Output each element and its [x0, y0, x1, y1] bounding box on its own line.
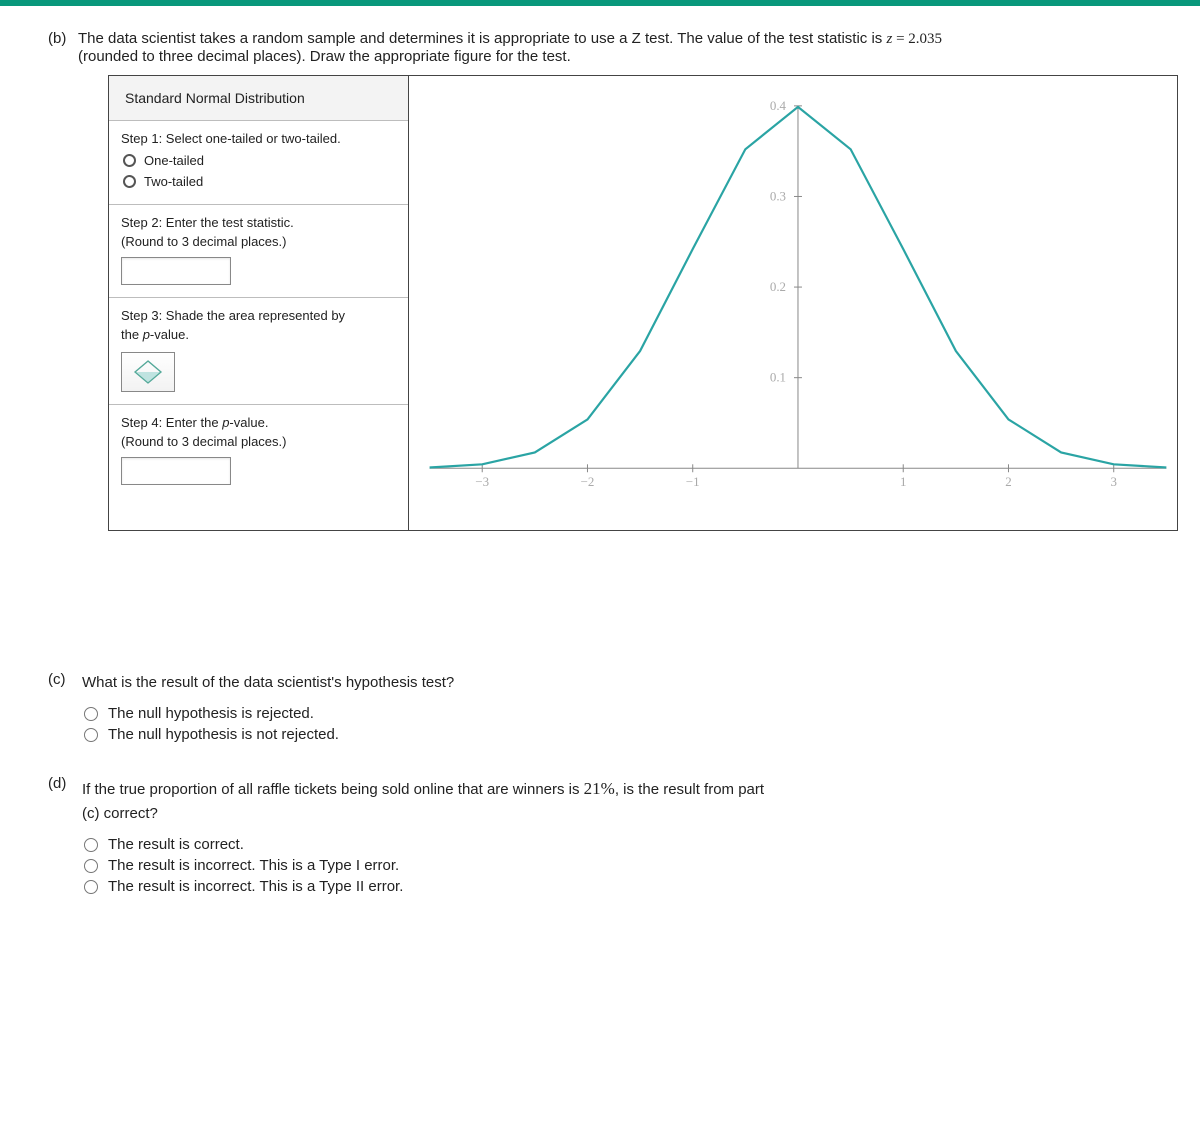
radio-one-tailed[interactable]: One-tailed	[121, 150, 396, 171]
part-b-label: (b)	[48, 30, 78, 65]
part-c-answers: The null hypothesis is rejected. The nul…	[84, 703, 1152, 745]
part-c-block: (c) What is the result of the data scien…	[48, 671, 1152, 745]
step3-sub-post: -value.	[150, 327, 189, 342]
svg-text:−2: −2	[581, 474, 595, 489]
step1-title: Step 1: Select one-tailed or two-tailed.	[121, 131, 396, 146]
test-statistic-input[interactable]	[121, 257, 231, 285]
side-panel: Standard Normal Distribution Step 1: Sel…	[109, 76, 409, 530]
svg-text:1: 1	[900, 474, 906, 489]
step1-block: Step 1: Select one-tailed or two-tailed.…	[109, 121, 408, 205]
shade-button[interactable]	[121, 352, 175, 392]
shade-diamond-icon	[131, 359, 165, 385]
c-opt2-label: The null hypothesis is not rejected.	[108, 726, 339, 743]
svg-text:−3: −3	[475, 474, 489, 489]
svg-text:0.1: 0.1	[770, 370, 786, 385]
d-opt1-label: The result is correct.	[108, 836, 244, 853]
svg-text:0.4: 0.4	[770, 98, 787, 113]
radio-icon	[84, 880, 98, 894]
step2-block: Step 2: Enter the test statistic. (Round…	[109, 205, 408, 298]
part-d-block: (d) If the true proportion of all raffle…	[48, 775, 1152, 897]
radio-icon	[84, 707, 98, 721]
part-c-question: What is the result of the data scientist…	[82, 671, 454, 695]
part-b-line1: The data scientist takes a random sample…	[78, 30, 882, 47]
d-percent: 21%	[584, 779, 615, 798]
svg-text:3: 3	[1110, 474, 1116, 489]
two-tailed-label: Two-tailed	[144, 174, 203, 189]
z-var: z	[886, 31, 892, 47]
one-tailed-label: One-tailed	[144, 153, 204, 168]
p-value-input[interactable]	[121, 457, 231, 485]
d-q1: If the true proportion of all raffle tic…	[82, 781, 580, 798]
step2-title: Step 2: Enter the test statistic.	[121, 215, 396, 230]
radio-icon	[84, 838, 98, 852]
svg-text:0.3: 0.3	[770, 188, 786, 203]
plot-svg: −3 −2 −1 1 2 3 0.1 0.2 0.3 0.4	[409, 76, 1177, 530]
d-q2: , is the result from part	[615, 781, 764, 798]
part-b-text: The data scientist takes a random sample…	[78, 30, 1152, 65]
d-option-type1[interactable]: The result is incorrect. This is a Type …	[84, 855, 1152, 876]
d-option-correct[interactable]: The result is correct.	[84, 834, 1152, 855]
radio-icon	[84, 859, 98, 873]
page-content: (b) The data scientist takes a random sa…	[0, 6, 1200, 937]
c-opt1-label: The null hypothesis is rejected.	[108, 705, 314, 722]
d-option-type2[interactable]: The result is incorrect. This is a Type …	[84, 876, 1152, 897]
step4-title-pre: Step 4: Enter the	[121, 415, 222, 430]
panel-title: Standard Normal Distribution	[109, 76, 408, 121]
z-value: 2.035	[908, 31, 942, 47]
part-b-line2: (rounded to three decimal places). Draw …	[78, 48, 1152, 65]
d-opt3-label: The result is incorrect. This is a Type …	[108, 878, 403, 895]
step4-title-post: -value.	[229, 415, 268, 430]
radio-icon	[123, 154, 136, 167]
svg-text:0.2: 0.2	[770, 279, 786, 294]
step3-block: Step 3: Shade the area represented by th…	[109, 298, 408, 405]
c-option-not-rejected[interactable]: The null hypothesis is not rejected.	[84, 724, 1152, 745]
d-q3: (c) correct?	[82, 802, 764, 826]
step3-title: Step 3: Shade the area represented by	[121, 308, 396, 323]
svg-text:2: 2	[1005, 474, 1011, 489]
p-italic: p	[143, 327, 150, 342]
part-b-block: (b) The data scientist takes a random sa…	[48, 30, 1152, 531]
step4-block: Step 4: Enter the p-value. (Round to 3 d…	[109, 405, 408, 497]
svg-text:−1: −1	[686, 474, 700, 489]
figure-container: Standard Normal Distribution Step 1: Sel…	[108, 75, 1178, 531]
d-opt2-label: The result is incorrect. This is a Type …	[108, 857, 399, 874]
part-c-label: (c)	[48, 671, 82, 695]
radio-two-tailed[interactable]: Two-tailed	[121, 171, 396, 192]
step2-sub: (Round to 3 decimal places.)	[121, 234, 396, 249]
radio-icon	[123, 175, 136, 188]
radio-icon	[84, 728, 98, 742]
z-eq: =	[896, 31, 904, 47]
step4-sub: (Round to 3 decimal places.)	[121, 434, 396, 449]
c-option-rejected[interactable]: The null hypothesis is rejected.	[84, 703, 1152, 724]
part-d-answers: The result is correct. The result is inc…	[84, 834, 1152, 897]
step3-sub-pre: the	[121, 327, 143, 342]
part-d-question: If the true proportion of all raffle tic…	[82, 775, 764, 826]
part-d-label: (d)	[48, 775, 82, 826]
normal-curve-plot[interactable]: −3 −2 −1 1 2 3 0.1 0.2 0.3 0.4	[409, 76, 1177, 530]
